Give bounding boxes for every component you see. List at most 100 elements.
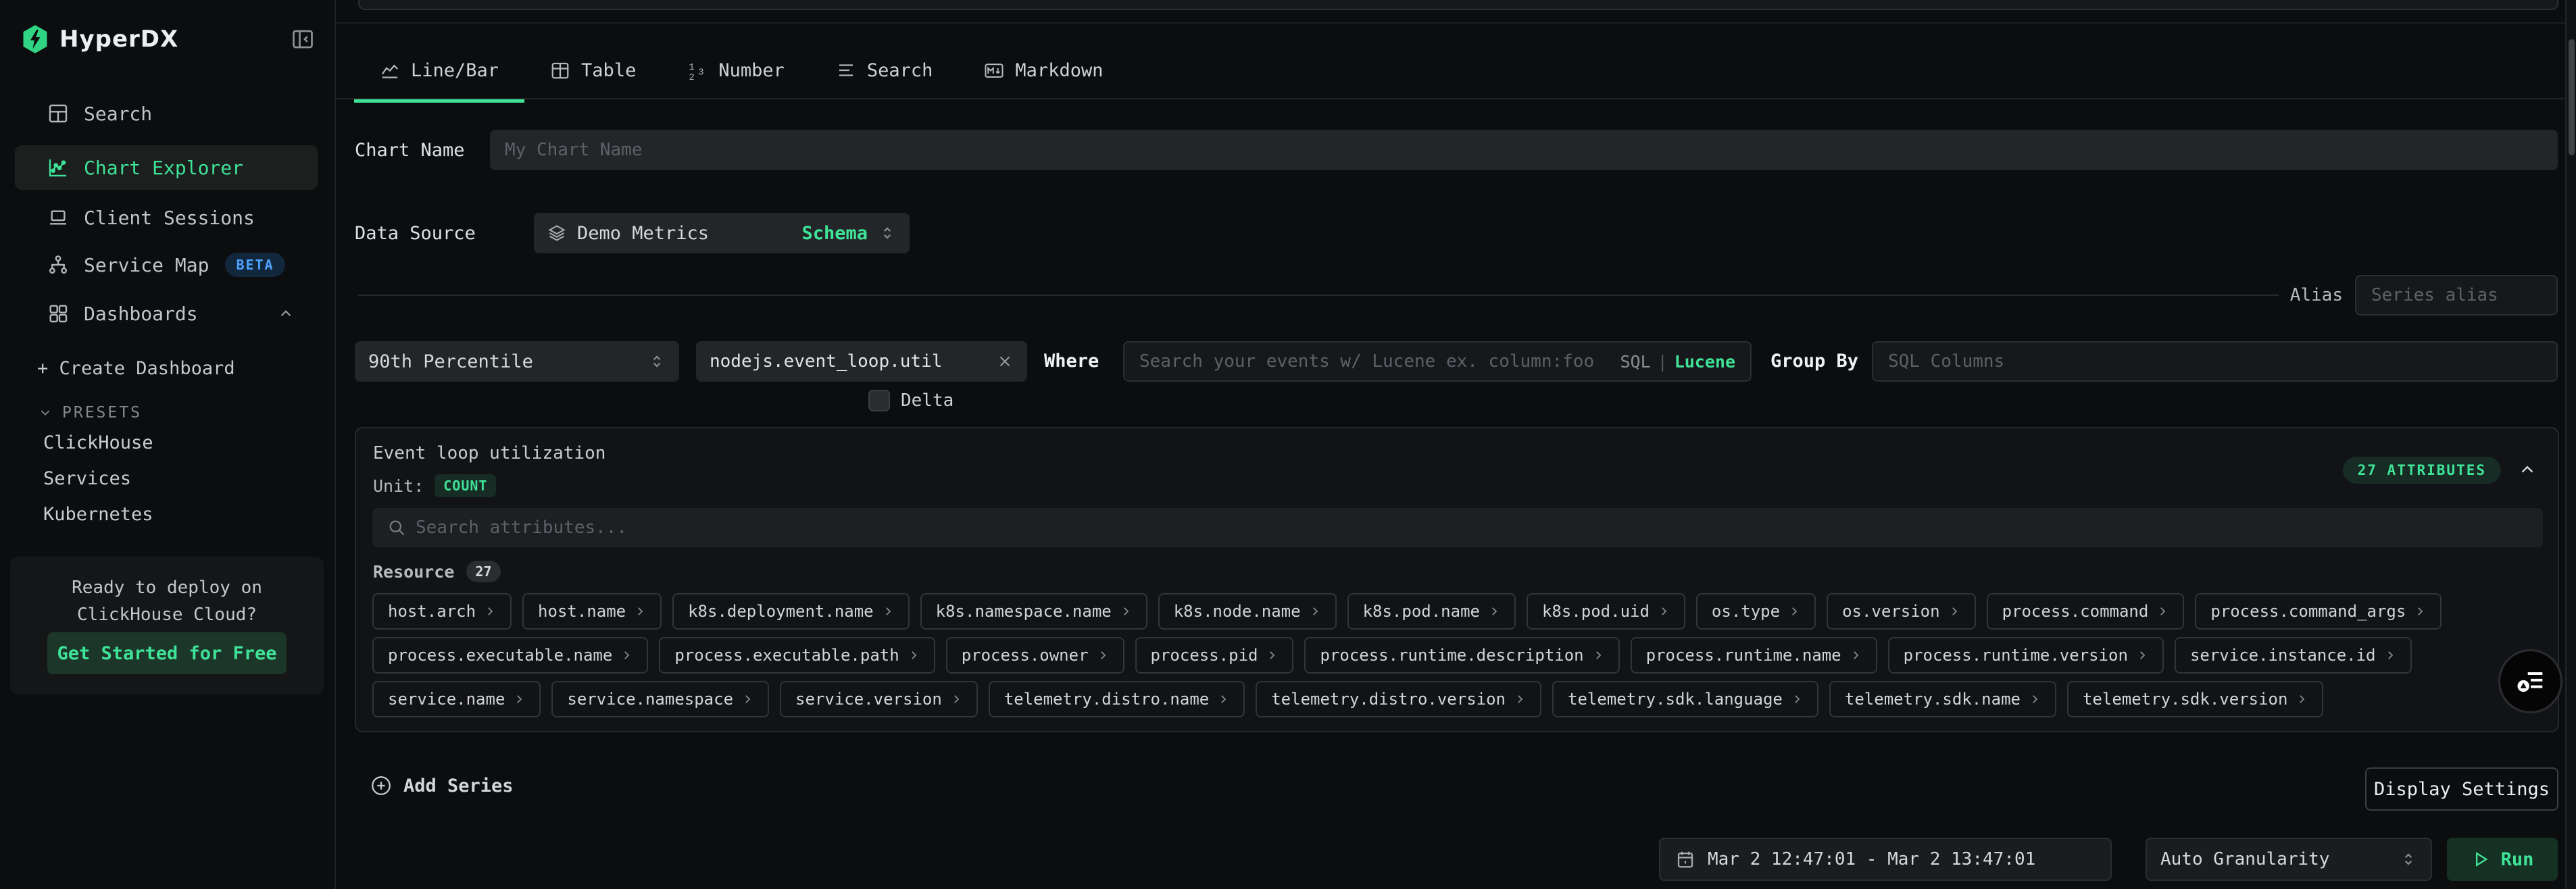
series-divider <box>358 295 2279 296</box>
attribute-chip-label: os.type <box>1712 602 1780 621</box>
app-title: HyperDX <box>59 26 178 53</box>
sql-option[interactable]: SQL <box>1620 352 1650 372</box>
attribute-chip[interactable]: process.owner <box>946 637 1124 674</box>
chart-name-input[interactable] <box>505 140 2543 160</box>
chevron-right-icon <box>1658 605 1670 617</box>
attribute-chip[interactable]: process.command_args <box>2195 593 2442 630</box>
attribute-chip[interactable]: process.executable.path <box>659 637 935 674</box>
attribute-chip-label: k8s.pod.name <box>1363 602 1480 621</box>
preset-services[interactable]: Services <box>43 468 131 489</box>
add-series-button[interactable]: Add Series <box>370 774 514 797</box>
sidebar-item-service-map[interactable]: Service Map BETA <box>15 246 318 284</box>
attribute-chip[interactable]: k8s.namespace.name <box>920 593 1147 630</box>
attribute-chip[interactable]: telemetry.sdk.language <box>1552 681 1818 717</box>
lucene-option[interactable]: Lucene <box>1675 352 1735 372</box>
floating-widget-button[interactable] <box>2498 649 2562 713</box>
tabs-bottom-border <box>336 98 2576 99</box>
attribute-chip[interactable]: telemetry.sdk.name <box>1829 681 2056 717</box>
run-button[interactable]: Run <box>2447 838 2558 881</box>
attribute-chip[interactable]: os.type <box>1696 593 1816 630</box>
attribute-chip-label: host.arch <box>388 602 476 621</box>
sidebar-item-chart-explorer[interactable]: Chart Explorer <box>15 145 318 190</box>
attribute-chip-label: telemetry.sdk.language <box>1568 690 1783 709</box>
close-icon[interactable] <box>996 353 1014 370</box>
granularity-select[interactable]: Auto Granularity <box>2146 838 2432 881</box>
clickhouse-cloud-promo: Ready to deploy on ClickHouse Cloud? Get… <box>10 557 324 694</box>
attribute-chip-label: process.command <box>2002 602 2149 621</box>
attribute-chip[interactable]: process.runtime.name <box>1631 637 1877 674</box>
chevron-right-icon <box>2029 693 2041 705</box>
attribute-chip[interactable]: host.name <box>522 593 662 630</box>
attribute-chip-label: telemetry.distro.name <box>1004 690 1209 709</box>
attribute-chip[interactable]: telemetry.distro.version <box>1256 681 1541 717</box>
sidebar-item-dashboards[interactable]: Dashboards <box>15 295 318 332</box>
dashboards-icon <box>47 303 69 324</box>
attribute-chip-label: k8s.namespace.name <box>936 602 1112 621</box>
where-label: Where <box>1044 341 1099 382</box>
display-settings-button[interactable]: Display Settings <box>2365 767 2558 811</box>
where-search-input[interactable] <box>1139 351 1610 372</box>
markdown-icon <box>984 60 1004 80</box>
scrolled-input-remnant <box>358 0 2558 10</box>
alias-input[interactable] <box>2371 285 2576 305</box>
attribute-chip[interactable]: host.arch <box>372 593 512 630</box>
data-source-select[interactable]: Demo Metrics Schema <box>534 213 910 253</box>
attribute-chip[interactable]: service.version <box>780 681 978 717</box>
logo[interactable]: HyperDX <box>22 23 312 55</box>
metric-chip[interactable]: nodejs.event_loop.util <box>696 341 1027 382</box>
attribute-chip[interactable]: k8s.node.name <box>1158 593 1337 630</box>
number-icon: 123 <box>687 60 708 80</box>
delta-checkbox[interactable] <box>868 390 890 411</box>
presets-label: PRESETS <box>62 404 142 422</box>
attribute-chip-label: process.executable.path <box>674 646 899 665</box>
aggregation-value: 90th Percentile <box>368 351 533 372</box>
hyperdx-logo-icon <box>22 24 49 54</box>
preset-clickhouse[interactable]: ClickHouse <box>43 432 153 453</box>
attribute-chip[interactable]: process.pid <box>1135 637 1294 674</box>
group-by-input[interactable] <box>1888 351 2542 372</box>
collapse-sidebar-icon[interactable] <box>291 27 315 51</box>
chevron-right-icon <box>2296 693 2308 705</box>
scrollbar-thumb[interactable] <box>2569 39 2575 155</box>
time-range-picker[interactable]: Mar 2 12:47:01 - Mar 2 13:47:01 <box>1659 838 2112 881</box>
attribute-search-input[interactable] <box>416 517 2528 538</box>
tab-number[interactable]: 123 Number <box>662 42 810 99</box>
chevron-right-icon <box>908 649 920 661</box>
chevron-up-icon[interactable] <box>2517 459 2537 480</box>
preset-kubernetes[interactable]: Kubernetes <box>43 504 153 525</box>
create-dashboard-button[interactable]: + Create Dashboard <box>37 358 235 379</box>
sidebar-item-search[interactable]: Search <box>15 95 318 132</box>
attribute-chip[interactable]: service.instance.id <box>2175 637 2412 674</box>
language-separator: | <box>1658 352 1668 372</box>
presets-header[interactable]: PRESETS <box>38 404 142 422</box>
attribute-chip[interactable]: telemetry.distro.name <box>989 681 1245 717</box>
schema-link[interactable]: Schema <box>801 223 868 244</box>
query-language-toggle[interactable]: SQL | Lucene <box>1620 352 1735 372</box>
scrollbar-track[interactable] <box>2565 0 2576 889</box>
attribute-chip[interactable]: os.version <box>1827 593 1976 630</box>
tab-search[interactable]: Search <box>810 42 959 99</box>
attribute-chip[interactable]: service.name <box>372 681 541 717</box>
attribute-chip[interactable]: process.command <box>1987 593 2185 630</box>
attribute-chip[interactable]: k8s.pod.uid <box>1527 593 1685 630</box>
attribute-chip[interactable]: service.namespace <box>551 681 769 717</box>
attribute-chip-label: process.runtime.name <box>1646 646 1841 665</box>
attribute-chip[interactable]: process.runtime.description <box>1304 637 1619 674</box>
attribute-chip[interactable]: k8s.deployment.name <box>672 593 910 630</box>
attribute-chip-label: process.command_args <box>2210 602 2406 621</box>
attribute-chip[interactable]: k8s.pod.name <box>1347 593 1516 630</box>
attribute-chip[interactable]: process.executable.name <box>372 637 648 674</box>
chevron-right-icon <box>1488 605 1500 617</box>
tab-markdown[interactable]: Markdown <box>958 42 1129 99</box>
tab-line-bar[interactable]: Line/Bar <box>354 42 524 99</box>
attribute-chip-label: os.version <box>1842 602 1940 621</box>
aggregation-select[interactable]: 90th Percentile <box>355 341 679 382</box>
attribute-chip[interactable]: process.runtime.version <box>1888 637 2164 674</box>
unit-badge: COUNT <box>435 474 496 497</box>
tab-table[interactable]: Table <box>524 42 662 99</box>
get-started-button[interactable]: Get Started for Free <box>47 632 287 674</box>
unit-label: Unit: <box>373 476 424 496</box>
alias-label: Alias <box>2282 285 2343 305</box>
sidebar-item-client-sessions[interactable]: Client Sessions <box>15 199 318 236</box>
attribute-chip[interactable]: telemetry.sdk.version <box>2067 681 2323 717</box>
